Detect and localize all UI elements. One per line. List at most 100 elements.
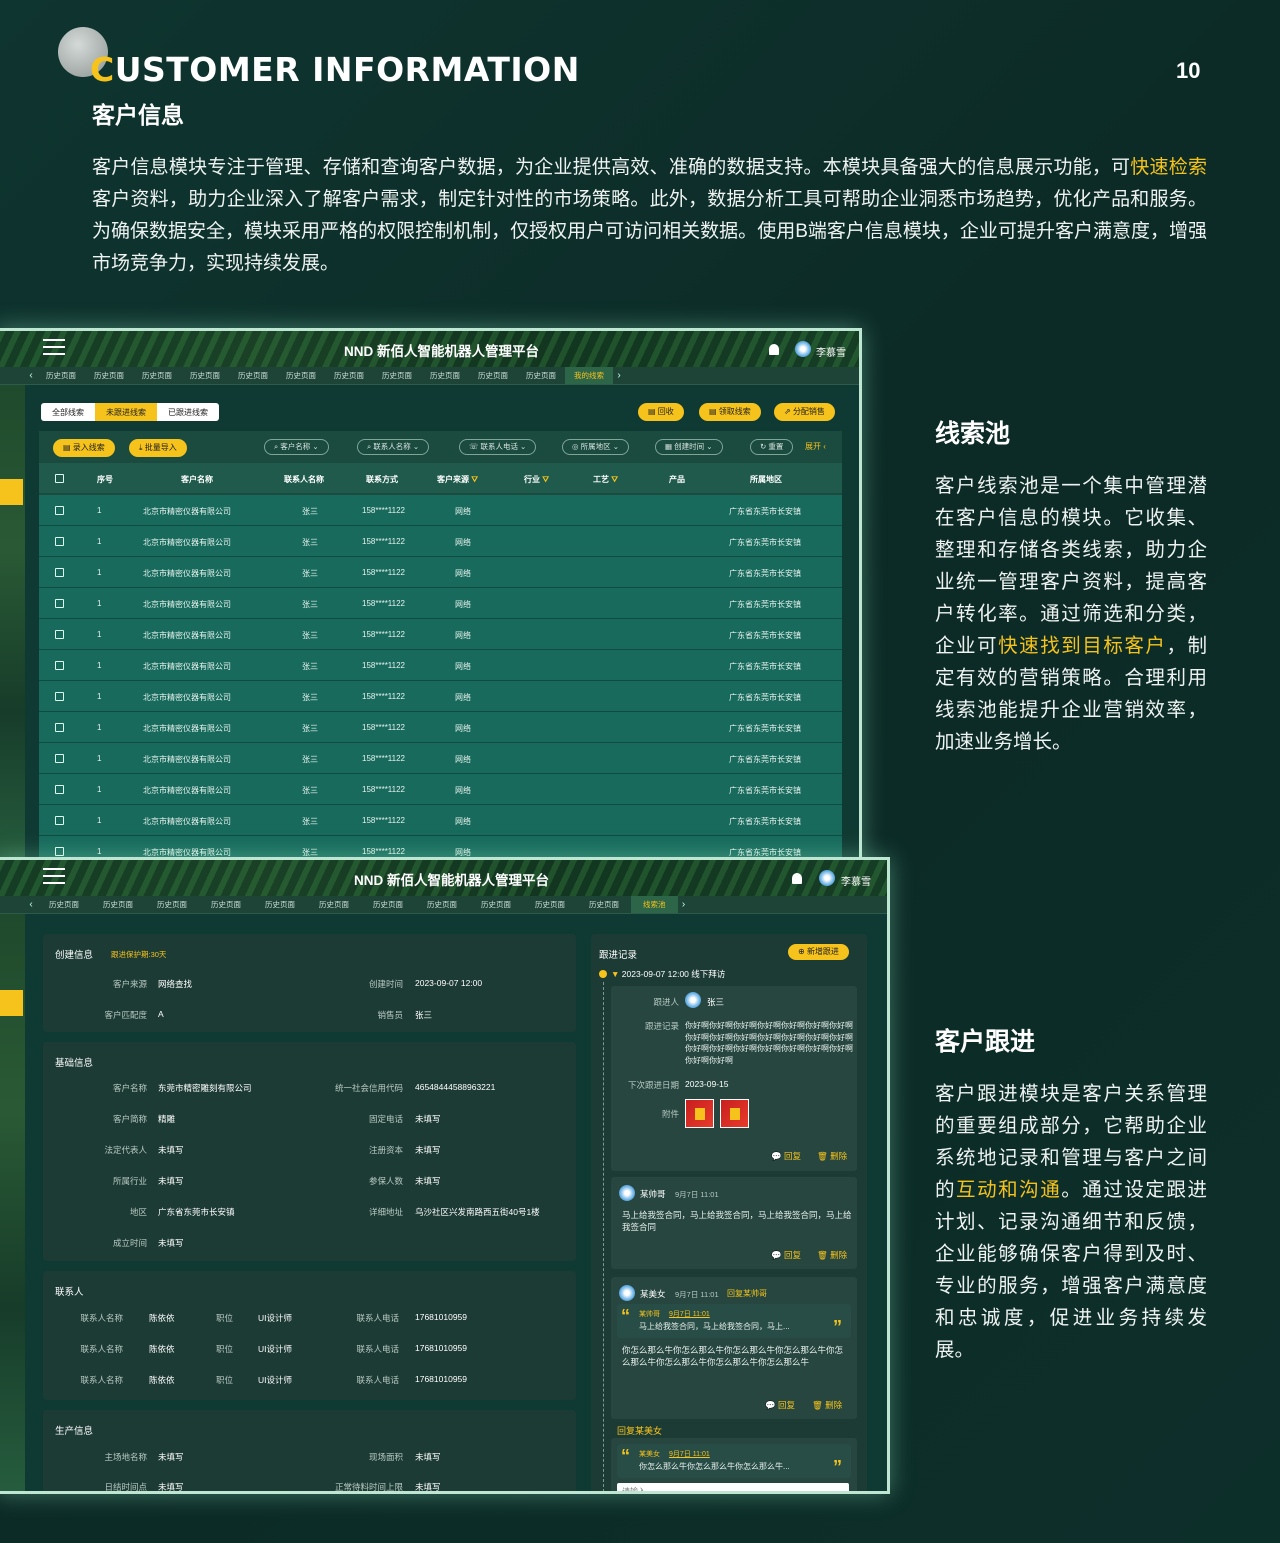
tab-history[interactable]: 历史页面 <box>91 899 145 910</box>
tabs-right-arrow-icon[interactable]: › <box>678 899 690 910</box>
field-value: 精雕 <box>158 1114 176 1124</box>
reply-button[interactable]: 💬 回复 <box>771 1150 801 1162</box>
tab-history[interactable]: 历史页面 <box>181 370 229 381</box>
tab-history[interactable]: 历史页面 <box>469 370 517 381</box>
table-row[interactable]: 1 北京市精密仪器有限公司 张三 158****1122 网络 广东省东莞市长安镇 <box>39 681 842 712</box>
table-row[interactable]: 1 北京市精密仪器有限公司 张三 158****1122 网络 广东省东莞市长安镇 <box>39 712 842 743</box>
tab-history[interactable]: 历史页面 <box>373 370 421 381</box>
table-row[interactable]: 1 北京市精密仪器有限公司 张三 158****1122 网络 广东省东莞市长安镇 <box>39 650 842 681</box>
row-checkbox[interactable] <box>55 599 64 608</box>
row-checkbox[interactable] <box>55 568 64 577</box>
row-checkbox[interactable] <box>55 723 64 732</box>
filter-icon[interactable]: ⛛ <box>611 475 618 484</box>
avatar[interactable] <box>795 341 811 357</box>
tab-history[interactable]: 历史页面 <box>577 899 631 910</box>
attachment-image[interactable] <box>720 1099 749 1128</box>
add-follow-up-button[interactable]: ⊕ 新增跟进 <box>788 944 849 960</box>
tab-history[interactable]: 历史页面 <box>307 899 361 910</box>
reply-target[interactable]: 回复某帅哥 <box>727 1288 767 1299</box>
select-all-checkbox[interactable] <box>55 474 64 483</box>
row-checkbox[interactable] <box>55 537 64 546</box>
reset-button[interactable]: ↻ 重置 <box>750 439 794 455</box>
avatar[interactable] <box>819 870 835 886</box>
tabs-left-arrow-icon[interactable]: ‹ <box>25 370 37 381</box>
tab-my-clues[interactable]: 我的线索 <box>565 367 613 384</box>
assign-sales-button[interactable]: ⇗ 分配销售 <box>774 403 835 421</box>
table-row[interactable]: 1 北京市精密仪器有限公司 张三 158****1122 网络 广东省东莞市长安镇 <box>39 774 842 805</box>
row-checkbox[interactable] <box>55 754 64 763</box>
reply-button[interactable]: 💬 回复 <box>771 1249 801 1261</box>
tab-history[interactable]: 历史页面 <box>145 899 199 910</box>
expand-link[interactable]: 展开 ‹ <box>805 441 826 452</box>
contacts-card: 联系人 联系人名称 陈依依 职位 UI设计师 联系人电话 17681010959 联系人名称… <box>43 1271 576 1400</box>
field-label: 职位 <box>215 1375 233 1385</box>
row-checkbox[interactable] <box>55 692 64 701</box>
bell-icon[interactable] <box>769 344 779 355</box>
tab-unfollowed-clues[interactable]: 未跟进线索 <box>95 403 157 421</box>
next-date: 2023-09-15 <box>685 1079 729 1089</box>
table-row[interactable]: 1 北京市精密仪器有限公司 张三 158****1122 网络 广东省东莞市长安镇 <box>39 743 842 774</box>
table-row[interactable]: 1 北京市精密仪器有限公司 张三 158****1122 网络 广东省东莞市长安镇 <box>39 557 842 588</box>
field-label: 参保人数 <box>368 1176 403 1186</box>
row-checkbox[interactable] <box>55 630 64 639</box>
table-row[interactable]: 1 北京市精密仪器有限公司 张三 158****1122 网络 广东省东莞市长安镇 <box>39 526 842 557</box>
filter-region[interactable]: ◎ 所属地区 ⌄ <box>562 439 630 455</box>
batch-import-button[interactable]: ⤓ 批量导入 <box>129 439 187 457</box>
field-value: A <box>158 1009 164 1019</box>
recycle-button[interactable]: ▤ 回收 <box>638 403 684 421</box>
tab-history[interactable]: 历史页面 <box>415 899 469 910</box>
tab-clue-pool[interactable]: 线索池 <box>631 896 678 913</box>
tabs-left-arrow-icon[interactable]: ‹ <box>25 899 37 910</box>
menu-icon[interactable] <box>43 339 65 357</box>
reply-input[interactable] <box>617 1483 849 1491</box>
tab-history[interactable]: 历史页面 <box>253 899 307 910</box>
tab-history[interactable]: 历史页面 <box>229 370 277 381</box>
tab-history[interactable]: 历史页面 <box>325 370 373 381</box>
tab-history[interactable]: 历史页面 <box>523 899 577 910</box>
tab-followed-clues[interactable]: 已跟进线索 <box>157 403 219 421</box>
tab-history[interactable]: 历史页面 <box>37 899 91 910</box>
tab-history[interactable]: 历史页面 <box>517 370 565 381</box>
menu-icon[interactable] <box>43 868 65 886</box>
tabs-right-arrow-icon[interactable]: › <box>613 370 625 381</box>
filter-create-time[interactable]: ▦ 创建时间 ⌄ <box>655 439 723 455</box>
tab-history[interactable]: 历史页面 <box>85 370 133 381</box>
col-craft[interactable]: 工艺 ⛛ <box>593 474 618 485</box>
filter-contact-phone[interactable]: ☏ 联系人电话 ⌄ <box>459 439 537 455</box>
tab-history[interactable]: 历史页面 <box>421 370 469 381</box>
delete-button[interactable]: 🗑 删除 <box>817 1150 847 1162</box>
field-label: 跟进人 <box>653 997 679 1007</box>
filter-contact-name[interactable]: ⌕ 联系人名称 ⌄ <box>357 439 430 455</box>
table-row[interactable]: 1 北京市精密仪器有限公司 张三 158****1122 网络 广东省东莞市长安镇 <box>39 495 842 526</box>
delete-button[interactable]: 🗑 删除 <box>817 1249 847 1261</box>
row-checkbox[interactable] <box>55 816 64 825</box>
entry-heading[interactable]: ▼ 2023-09-07 12:00 线下拜访 <box>611 968 725 980</box>
table-row[interactable]: 1 北京市精密仪器有限公司 张三 158****1122 网络 广东省东莞市长安镇 <box>39 805 842 836</box>
tab-history[interactable]: 历史页面 <box>361 899 415 910</box>
row-checkbox[interactable] <box>55 661 64 670</box>
add-clue-button[interactable]: ▤ 录入线索 <box>53 439 115 457</box>
table-row[interactable]: 1 北京市精密仪器有限公司 张三 158****1122 网络 广东省东莞市长安镇 <box>39 588 842 619</box>
tab-history[interactable]: 历史页面 <box>199 899 253 910</box>
row-checkbox[interactable] <box>55 506 64 515</box>
tab-history[interactable]: 历史页面 <box>277 370 325 381</box>
filter-customer-name[interactable]: ⌕ 客户名称 ⌄ <box>264 439 329 455</box>
filter-icon[interactable]: ⛛ <box>542 475 549 484</box>
claim-clue-button[interactable]: ▤ 领取线索 <box>699 403 761 421</box>
col-industry[interactable]: 行业 ⛛ <box>524 474 549 485</box>
tab-all-clues[interactable]: 全部线索 <box>41 403 95 421</box>
tab-history[interactable]: 历史页面 <box>37 370 85 381</box>
comment-time: 9月7日 11:01 <box>675 1190 719 1199</box>
reply-button[interactable]: 💬 回复 <box>765 1399 795 1411</box>
filter-icon[interactable]: ⛛ <box>471 475 478 484</box>
table-row[interactable]: 1 北京市精密仪器有限公司 张三 158****1122 网络 广东省东莞市长安镇 <box>39 619 842 650</box>
tab-history[interactable]: 历史页面 <box>469 899 523 910</box>
table-cell: 张三 <box>302 507 318 516</box>
tab-history[interactable]: 历史页面 <box>133 370 181 381</box>
row-checkbox[interactable] <box>55 847 64 856</box>
bell-icon[interactable] <box>792 873 802 884</box>
attachment-image[interactable] <box>685 1099 714 1128</box>
row-checkbox[interactable] <box>55 785 64 794</box>
delete-button[interactable]: 🗑 删除 <box>812 1399 842 1411</box>
col-source[interactable]: 客户来源 ⛛ <box>437 474 478 485</box>
